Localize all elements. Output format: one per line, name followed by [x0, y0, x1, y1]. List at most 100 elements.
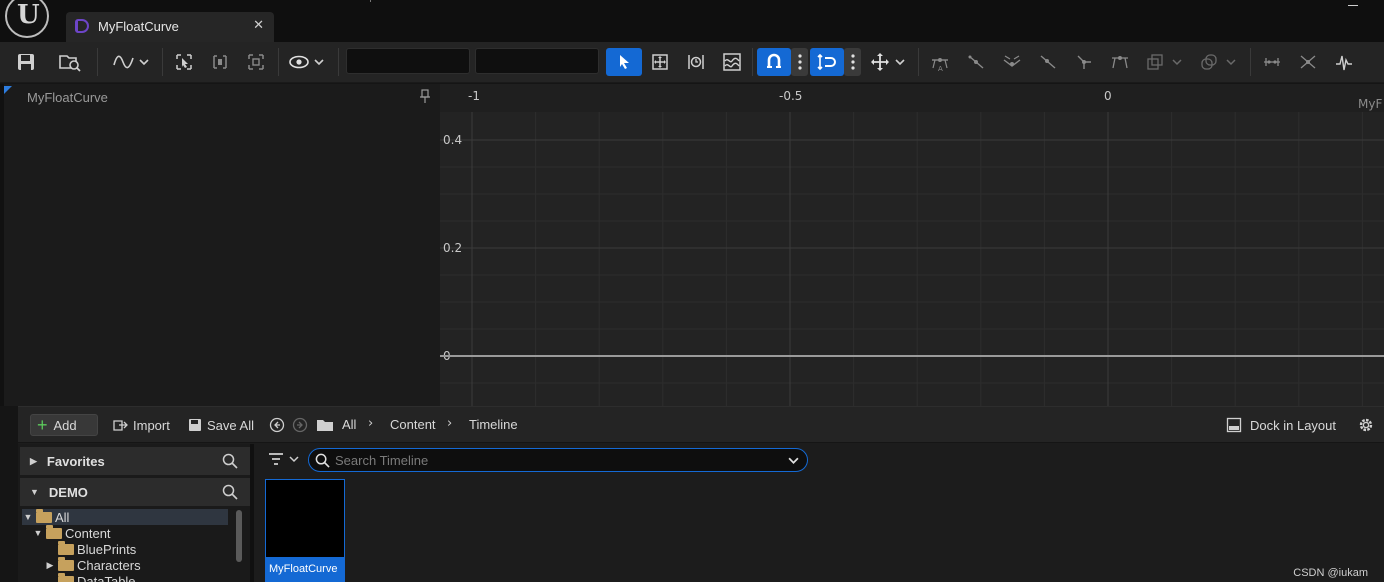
asset-thumbnail — [266, 480, 344, 557]
filter-button[interactable] — [268, 452, 299, 466]
search-box[interactable] — [308, 448, 808, 472]
user-tangent-icon[interactable] — [1036, 48, 1060, 76]
folder-icon — [58, 572, 74, 582]
tree-item-label: DataTable — [77, 573, 136, 582]
search-icon[interactable] — [222, 484, 238, 503]
close-icon[interactable]: ✕ — [253, 18, 264, 33]
flatten-icon[interactable]: A — [928, 48, 952, 76]
x-tick-label: -1 — [468, 89, 480, 103]
back-icon[interactable] — [269, 414, 285, 436]
asset-name: MyFloatCurve — [269, 563, 338, 575]
sources-panel: ▶ Favorites ▼ DEMO ▼ All ▼ Content BlueP… — [18, 444, 254, 582]
axis-snap-icon[interactable] — [866, 48, 908, 76]
curve-list-panel: MyFloatCurve — [0, 84, 440, 406]
add-button[interactable]: + Add — [30, 414, 98, 436]
snap-value-options-icon[interactable] — [844, 48, 861, 76]
import-icon — [113, 420, 128, 431]
post-infinity-icon[interactable] — [1198, 48, 1240, 76]
title-bar: U MyFloatCurve ✕ — [0, 0, 1384, 42]
breadcrumb-all[interactable]: All — [342, 417, 356, 432]
expand-right-icon: ▶ — [30, 455, 37, 466]
select-frame-icon[interactable] — [172, 48, 196, 76]
import-button[interactable]: Import — [112, 414, 170, 436]
pre-infinity-icon[interactable] — [1144, 48, 1186, 76]
y-tick-label: 0.2 — [443, 241, 462, 255]
forward-icon[interactable] — [292, 414, 308, 436]
settings-gear-icon[interactable] — [1357, 414, 1375, 436]
expand-down-icon: ▼ — [30, 487, 39, 497]
content-browser: + Add Import Save All All › Content › Ti… — [18, 406, 1384, 582]
save-all-button[interactable]: Save All — [188, 414, 254, 436]
save-all-icon — [189, 419, 201, 431]
breadcrumb-content[interactable]: Content — [390, 417, 436, 432]
x-tick-label: 0 — [1104, 89, 1112, 103]
expand-down-icon: ▼ — [33, 528, 43, 538]
content-browser-toolbar: + Add Import Save All All › Content › Ti… — [18, 407, 1384, 443]
tab-title: MyFloatCurve — [98, 19, 179, 34]
minimize-icon[interactable] — [1348, 0, 1358, 6]
project-header[interactable]: ▼ DEMO — [20, 478, 250, 506]
curve-display-icon[interactable] — [110, 48, 152, 76]
auto-tangent-icon[interactable] — [1000, 48, 1024, 76]
curve-asset-icon — [75, 19, 89, 33]
frame-vertical-icon[interactable] — [244, 48, 268, 76]
search-input[interactable] — [335, 452, 775, 469]
time-field[interactable] — [346, 48, 470, 74]
search-icon[interactable] — [222, 453, 238, 472]
browse-icon[interactable] — [56, 48, 84, 76]
multi-scale-icon[interactable] — [720, 48, 744, 76]
view-options-icon[interactable] — [286, 48, 328, 76]
dock-in-layout-button[interactable]: Dock in Layout — [1226, 414, 1336, 436]
tree-item-datatable[interactable]: DataTable — [22, 572, 228, 582]
graph-canvas: -1 -0.5 0 MyF 0.4 0.2 0 — [440, 84, 1384, 406]
tab-myfloatcurve[interactable]: MyFloatCurve ✕ — [66, 12, 274, 42]
linear-icon[interactable] — [1108, 48, 1132, 76]
title-divider — [370, 0, 371, 2]
dock-icon — [1226, 417, 1242, 433]
asset-tile[interactable]: MyFloatCurve — [265, 479, 345, 582]
tree-item-blueprints[interactable]: BluePrints — [22, 540, 228, 557]
tree-item-label: BluePrints — [77, 541, 137, 557]
curve-graph[interactable]: -1 -0.5 0 MyF 0.4 0.2 0 — [440, 84, 1384, 406]
curve-label: MyF — [1358, 97, 1382, 111]
tree-item-characters[interactable]: ▶ Characters — [22, 556, 228, 573]
asset-view: MyFloatCurve CSDN @iukam — [258, 444, 1384, 582]
straighten-icon[interactable] — [964, 48, 988, 76]
break-tangent-icon[interactable] — [1072, 48, 1096, 76]
plus-icon: + — [37, 415, 48, 435]
snap-value-icon[interactable] — [810, 48, 844, 76]
bake-icon[interactable] — [1260, 48, 1284, 76]
save-all-label: Save All — [207, 417, 254, 433]
reduce-icon[interactable] — [1296, 48, 1320, 76]
svg-text:A: A — [938, 65, 943, 72]
add-label: Add — [53, 417, 77, 433]
chevron-right-icon: › — [368, 416, 374, 431]
favorites-header[interactable]: ▶ Favorites — [20, 447, 250, 475]
selection-corner — [4, 86, 12, 94]
value-field[interactable] — [475, 48, 599, 74]
tree-item-all[interactable]: ▼ All — [22, 508, 228, 525]
chevron-down-icon[interactable] — [788, 456, 799, 465]
snap-time-options-icon[interactable] — [791, 48, 808, 76]
search-icon — [315, 453, 330, 468]
curve-list-item[interactable]: MyFloatCurve — [27, 90, 108, 105]
expand-right-icon: ▶ — [46, 559, 54, 570]
normalize-icon[interactable] — [1332, 48, 1356, 76]
transform-tool-icon[interactable] — [648, 48, 672, 76]
tree-scrollbar[interactable] — [236, 510, 242, 562]
breadcrumb-timeline[interactable]: Timeline — [469, 417, 518, 432]
tree-item-content[interactable]: ▼ Content — [22, 524, 228, 541]
select-tool-icon[interactable] — [606, 48, 642, 76]
folder-open-icon — [46, 524, 62, 539]
folder-icon[interactable] — [316, 414, 334, 436]
snap-time-icon[interactable] — [757, 48, 791, 76]
folder-icon — [58, 540, 74, 555]
retime-tool-icon[interactable] — [684, 48, 708, 76]
pin-icon[interactable] — [420, 89, 430, 106]
tree-item-label: Content — [65, 525, 111, 541]
frame-horizontal-icon[interactable] — [208, 48, 232, 76]
chevron-down-icon — [289, 456, 299, 463]
save-icon[interactable] — [14, 48, 38, 76]
unreal-logo-icon[interactable]: U — [5, 0, 49, 38]
tree-item-label: Characters — [77, 557, 141, 573]
